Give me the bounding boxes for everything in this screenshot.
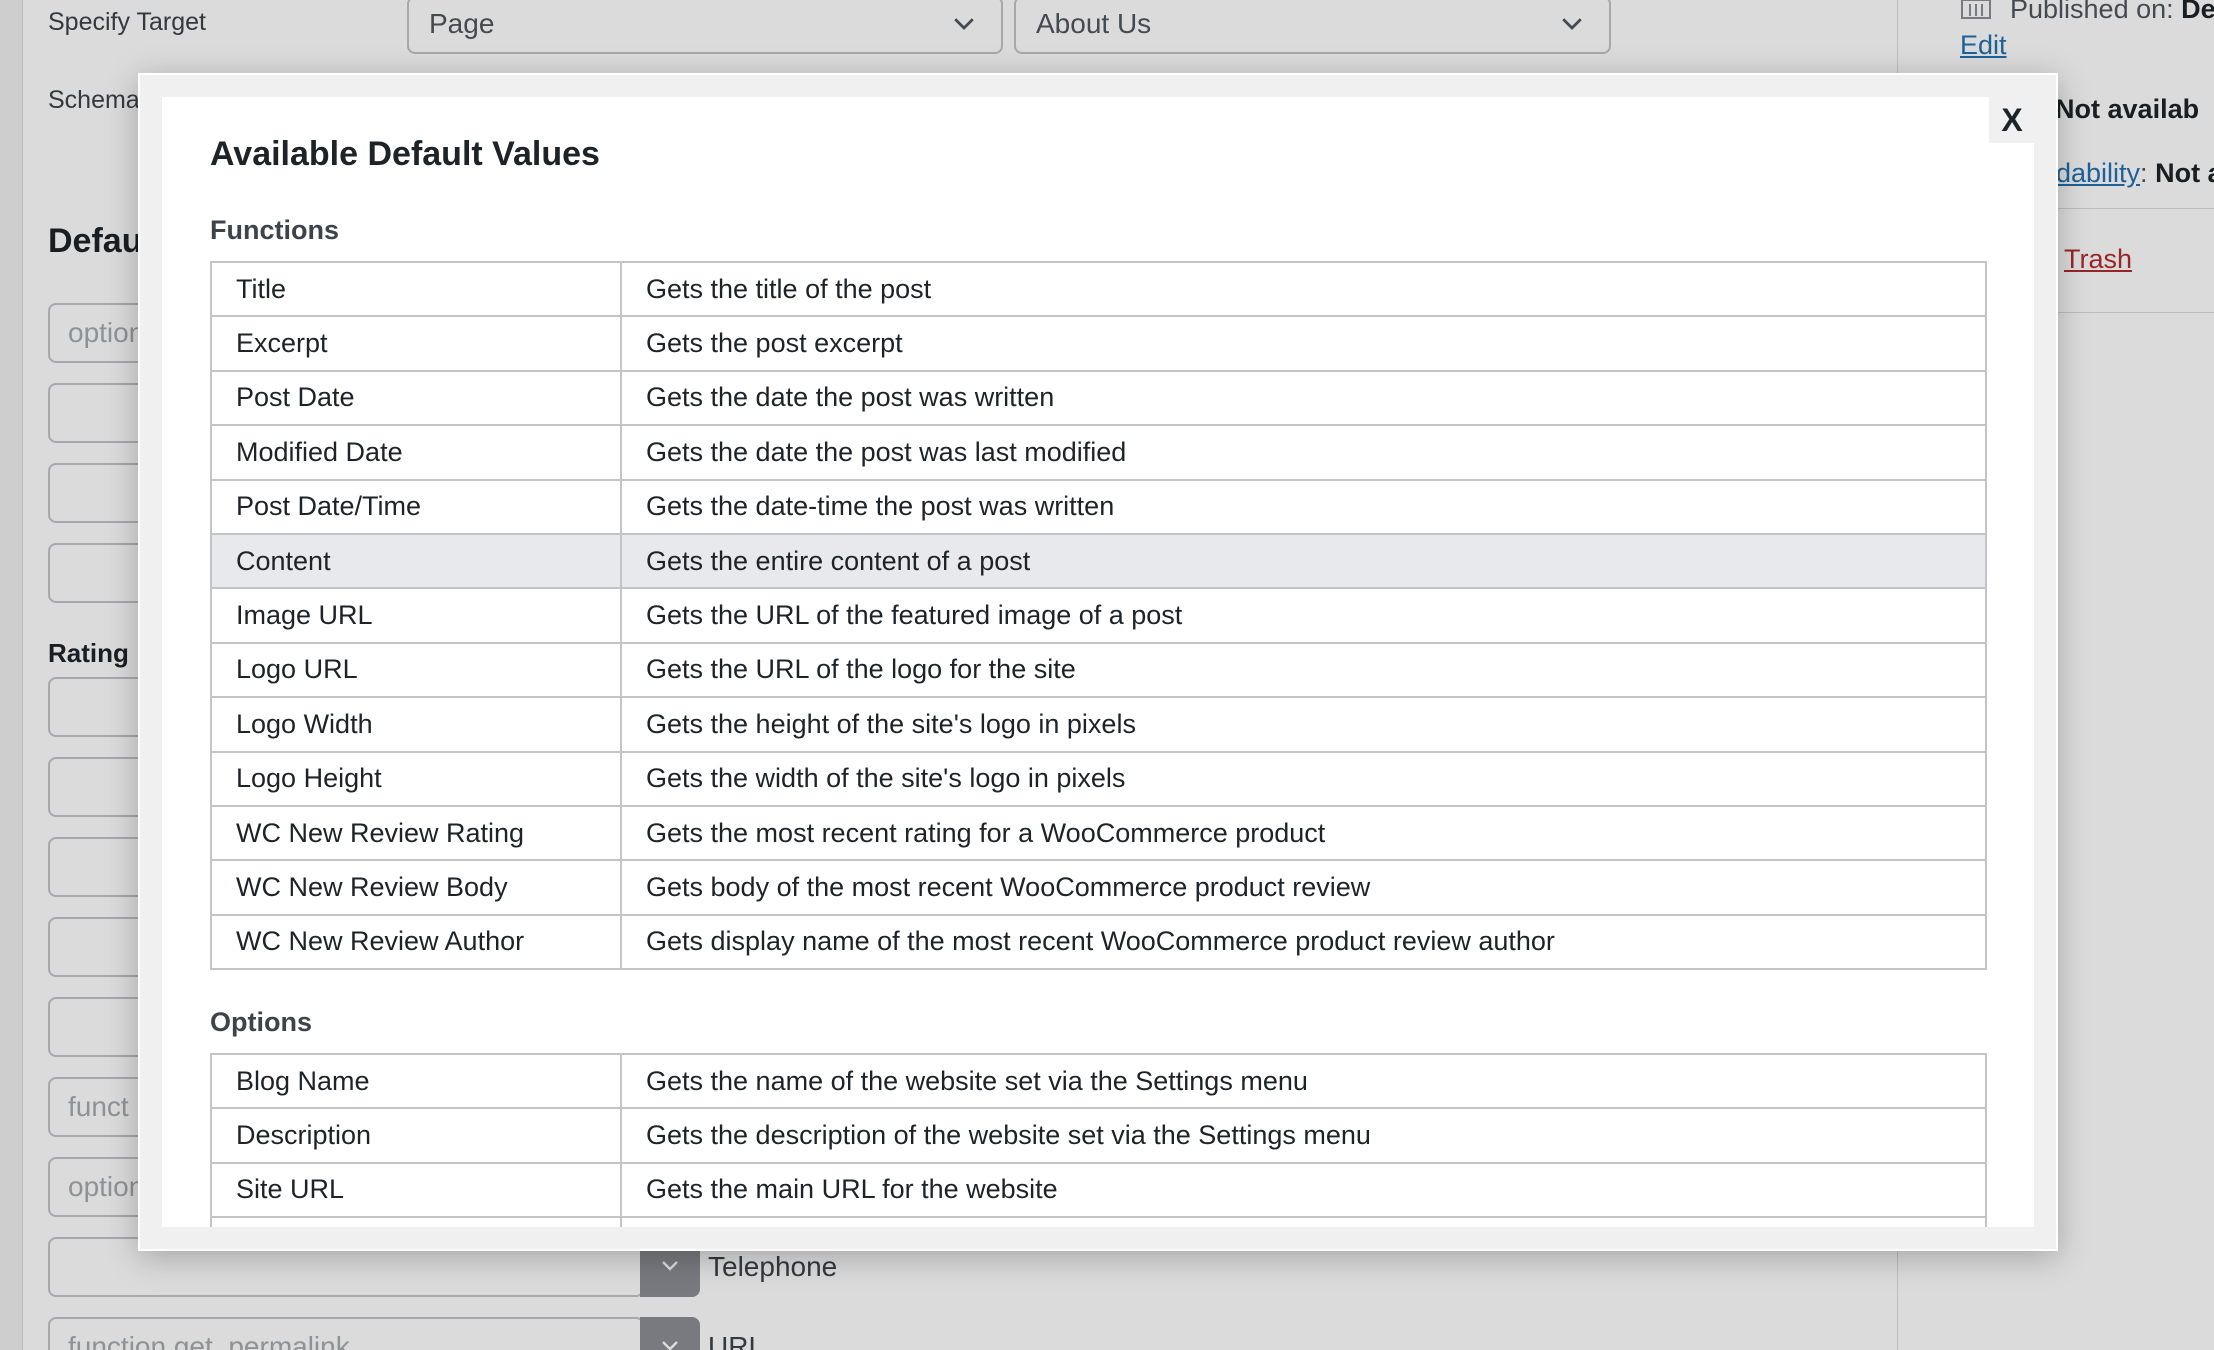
close-button[interactable]: X	[1989, 97, 2035, 143]
value-description-cell: Gets the date the post was last modified	[620, 424, 1987, 481]
value-name-cell: Description	[210, 1107, 622, 1164]
table-row: Logo Height Gets the width of the site's …	[210, 750, 1987, 807]
value-description-cell: Gets the width of the site's logo in pix…	[620, 750, 1987, 807]
value-name-cell: Site URL	[210, 1161, 622, 1219]
value-description-cell: Gets the URL of the logo for the site	[620, 641, 1987, 699]
table-row: Image URL Gets the URL of the featured im…	[210, 587, 1987, 644]
value-name-cell: Modified Date	[210, 424, 622, 481]
value-description-cell: Gets the most recent rating for a WooCom…	[620, 804, 1987, 862]
value-description-cell: Gets the date-time the post was written	[620, 478, 1987, 535]
value-name-cell: WC New Review Body	[210, 859, 622, 916]
value-description-cell	[620, 1216, 1987, 1227]
table-row: Post Date/Time Gets the date-time the pos…	[210, 478, 1987, 535]
value-name-cell: Logo URL	[210, 641, 622, 699]
table-row: WC New Review Author Gets display name of…	[210, 913, 1987, 971]
table-row: Description Gets the description of the w…	[210, 1107, 1987, 1164]
value-description-cell: Gets the main URL for the website	[620, 1161, 1987, 1219]
value-description-cell: Gets the description of the website set …	[620, 1107, 1987, 1164]
value-name-cell: WC New Review Author	[210, 913, 622, 971]
table-row: Logo URL Gets the URL of the logo for the…	[210, 641, 1987, 699]
table-row	[210, 1216, 1987, 1227]
table-row: Modified Date Gets the date the post was …	[210, 424, 1987, 481]
modal-title: Available Default Values	[210, 135, 600, 173]
table-row: Site URL Gets the main URL for the websit…	[210, 1161, 1987, 1219]
value-description-cell: Gets display name of the most recent Woo…	[620, 913, 1987, 971]
table-row: WC New Review Rating Gets the most recent…	[210, 804, 1987, 862]
table-row: WC New Review Body Gets body of the most …	[210, 859, 1987, 916]
value-description-cell: Gets body of the most recent WooCommerce…	[620, 859, 1987, 916]
value-name-cell: Logo Width	[210, 696, 622, 753]
table-row: Content Gets the entire content of a post	[210, 532, 1987, 590]
value-description-cell: Gets the height of the site's logo in pi…	[620, 696, 1987, 753]
value-name-cell	[210, 1216, 622, 1227]
value-name-cell: Excerpt	[210, 315, 622, 372]
value-name-cell: Post Date/Time	[210, 478, 622, 535]
table-row: Excerpt Gets the post excerpt	[210, 315, 1987, 372]
value-description-cell: Gets the URL of the featured image of a …	[620, 587, 1987, 644]
value-description-cell: Gets the post excerpt	[620, 315, 1987, 372]
value-description-cell: Gets the date the post was written	[620, 369, 1987, 427]
value-name-cell: Image URL	[210, 587, 622, 644]
functions-heading: Functions	[210, 215, 339, 245]
options-heading: Options	[210, 1007, 312, 1037]
table-row: Blog Name Gets the name of the website se…	[210, 1052, 1987, 1110]
table-row: Title Gets the title of the post	[210, 260, 1987, 318]
default-values-modal: Available Default Values Functions Title…	[162, 97, 2034, 1227]
value-description-cell: Gets the entire content of a post	[620, 532, 1987, 590]
value-name-cell: WC New Review Rating	[210, 804, 622, 862]
value-name-cell: Content	[210, 532, 622, 590]
options-table: Blog Name Gets the name of the website se…	[210, 1052, 1987, 1227]
value-name-cell: Logo Height	[210, 750, 622, 807]
value-name-cell: Post Date	[210, 369, 622, 427]
value-description-cell: Gets the name of the website set via the…	[620, 1052, 1987, 1110]
table-row: Logo Width Gets the height of the site's …	[210, 696, 1987, 753]
table-row: Post Date Gets the date the post was writ…	[210, 369, 1987, 427]
value-description-cell: Gets the title of the post	[620, 260, 1987, 318]
value-name-cell: Blog Name	[210, 1052, 622, 1110]
value-name-cell: Title	[210, 260, 622, 318]
functions-table: Title Gets the title of the post Excerpt Ge…	[210, 260, 1987, 971]
